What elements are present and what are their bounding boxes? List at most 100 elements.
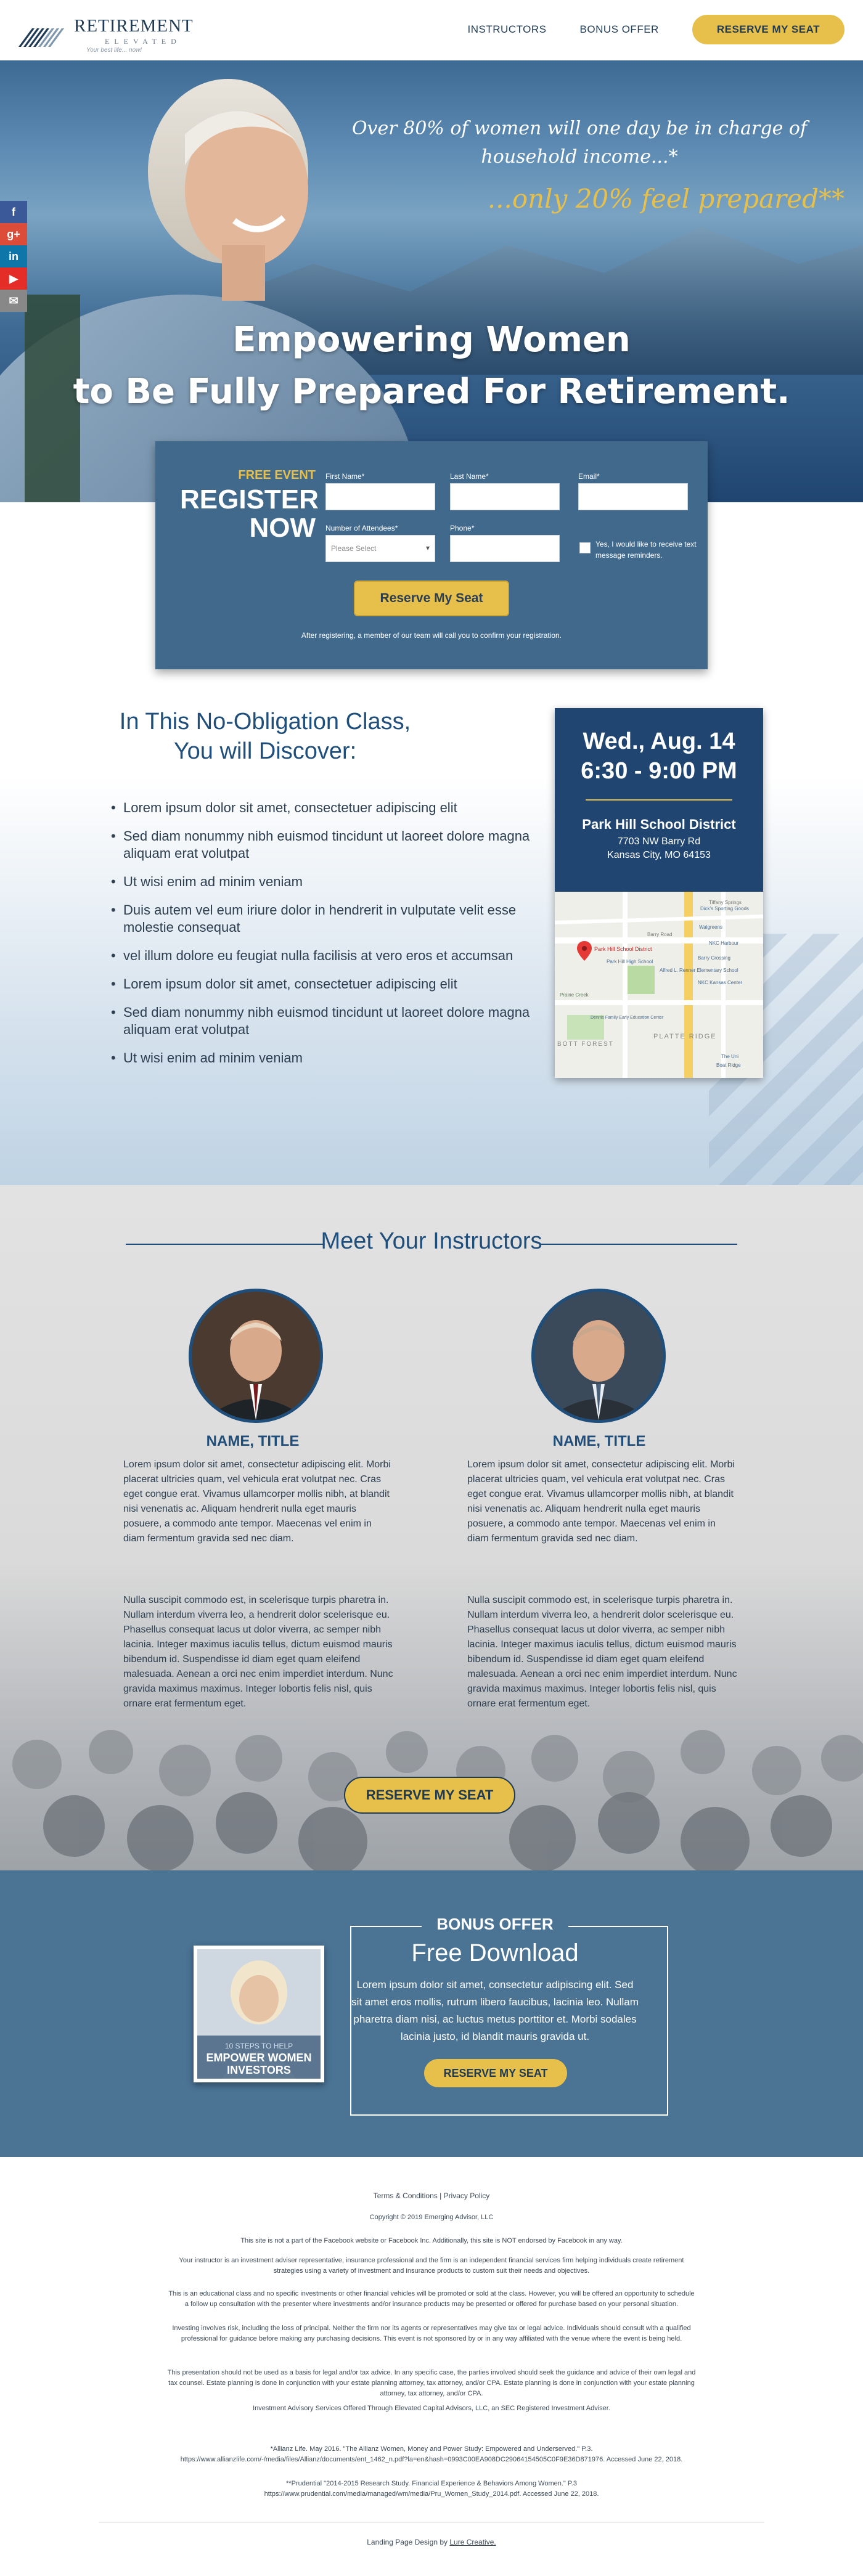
event-venue: Park Hill School District	[582, 817, 736, 832]
list-item: Lorem ipsum dolor sit amet, consectetuer…	[111, 799, 530, 817]
design-credit-link[interactable]: Lure Creative.	[449, 2538, 496, 2546]
facebook-icon[interactable]: f	[0, 201, 27, 223]
event-address-line1: 7703 NW Barry Rd	[617, 836, 701, 847]
design-credit-prefix: Landing Page Design by	[367, 2538, 450, 2546]
ebook-title: EMPOWER WOMEN INVESTORS	[206, 2052, 312, 2076]
discover-heading-line2: You will Discover:	[173, 738, 357, 764]
map-label: Park Hill High School	[607, 959, 653, 964]
bonus-offer-section: BONUS OFFER Free Download Lorem ipsum do…	[0, 1870, 863, 2157]
map-label: Boat Ridge	[716, 1062, 741, 1068]
instructor-bio: Lorem ipsum dolor sit amet, consectetur …	[467, 1459, 735, 1544]
disclaimer-advisory: Investment Advisory Services Offered Thr…	[253, 2405, 610, 2412]
google-plus-icon[interactable]: g+	[0, 223, 27, 245]
map-graphic: Park Hill School District Park Hill High…	[555, 892, 763, 1078]
social-share-bar: f g+ in ▶ ✉	[0, 201, 27, 312]
map-label: Dick's Sporting Goods	[700, 906, 749, 911]
instructor-bio: Nulla suscipit commodo est, in scelerisq…	[123, 1595, 393, 1709]
instructor-photo	[534, 1292, 663, 1420]
bonus-description: Lorem ipsum dolor sit amet, consectetur …	[351, 1979, 639, 2042]
register-now-heading: REGISTER NOW	[180, 484, 319, 543]
disclaimer-facebook: This site is not a part of the Facebook …	[240, 2237, 623, 2244]
header-reserve-seat-button[interactable]: RESERVE MY SEAT	[692, 15, 845, 44]
list-item: Duis autem vel eum iriure dolor in hendr…	[111, 902, 530, 936]
map-label: Dennis Family Early Education Center	[591, 1016, 664, 1020]
avatar	[189, 1289, 323, 1423]
free-event-label: FREE EVENT	[238, 468, 316, 482]
email-input[interactable]	[578, 483, 688, 510]
map-label: Prairie Creek	[560, 992, 589, 998]
event-map[interactable]: Park Hill School District Park Hill High…	[555, 892, 763, 1078]
registration-form: FREE EVENT REGISTER NOW First Name* Last…	[155, 441, 708, 669]
first-name-input[interactable]	[325, 483, 435, 510]
hero-headline-line1: Empowering Women	[232, 320, 631, 360]
event-details-card: Wed., Aug. 14 6:30 - 9:00 PM Park Hill S…	[555, 708, 763, 1078]
email-icon[interactable]: ✉	[0, 290, 27, 312]
hero-headline: Empowering Women to Be Fully Prepared Fo…	[62, 314, 801, 418]
last-name-input[interactable]	[450, 483, 560, 510]
instructors-reserve-seat-button[interactable]: RESERVE MY SEAT	[344, 1777, 515, 1814]
instructor-photo	[192, 1292, 320, 1420]
attendees-select-value: Please Select	[331, 544, 377, 553]
footer-links[interactable]: Terms & Conditions | Privacy Policy	[154, 2191, 709, 2200]
hero-prepared-quote: ...only 20% feel prepared**	[487, 184, 845, 214]
nav-instructors-link[interactable]: INSTRUCTORS	[468, 23, 547, 36]
logo-tagline: Your best life... now!	[86, 47, 142, 54]
map-label: NKC Harbour	[709, 940, 738, 946]
event-address-line2: Kansas City, MO 64153	[607, 850, 711, 860]
map-label: Park Hill School District	[594, 946, 652, 952]
reserve-seat-submit-button[interactable]: Reserve My Seat	[354, 581, 509, 616]
discover-heading-line1: In This No-Obligation Class,	[119, 709, 411, 735]
divider	[540, 1244, 737, 1245]
hero-banner: Over 80% of women will one day be in cha…	[0, 60, 863, 502]
disclaimer-risk: Investing involves risk, including the l…	[172, 2325, 691, 2342]
instructors-section: Meet Your Instructors NAME, TITLE Lorem …	[0, 1185, 863, 1870]
first-name-label: First Name*	[325, 472, 365, 481]
bonus-reserve-seat-button[interactable]: RESERVE MY SEAT	[424, 2059, 567, 2087]
list-item: Sed diam nonummy nibh euismod tincidunt …	[111, 1004, 530, 1038]
map-label: Barry Road	[647, 932, 672, 937]
now-word: NOW	[249, 513, 316, 543]
logo-stripes-icon	[18, 28, 64, 47]
event-datetime: Wed., Aug. 14 6:30 - 9:00 PM	[555, 727, 763, 786]
site-header: RETIREMENT ELEVATED Your best life... no…	[0, 0, 863, 60]
list-item: vel illum dolore eu feugiat nulla facili…	[111, 947, 530, 964]
avatar	[531, 1289, 666, 1423]
map-label: BOTT FOREST	[557, 1041, 614, 1048]
map-label: NKC Kansas Center	[698, 980, 742, 985]
last-name-label: Last Name*	[450, 472, 489, 481]
register-word: REGISTER	[180, 484, 319, 515]
logo-subtitle: ELEVATED	[105, 37, 181, 46]
instructor-bio: Nulla suscipit commodo est, in scelerisq…	[467, 1595, 737, 1709]
linkedin-icon[interactable]: in	[0, 245, 27, 267]
list-item: Ut wisi enim ad minim veniam	[111, 1050, 530, 1067]
bonus-title: Free Download	[411, 1939, 579, 1967]
map-label: Tiffany Springs	[709, 900, 742, 905]
chevron-down-icon: ▾	[425, 544, 430, 552]
email-label: Email*	[578, 472, 600, 481]
instructor-bio: Lorem ipsum dolor sit amet, consectetur …	[123, 1459, 391, 1544]
sms-reminder-checkbox[interactable]	[579, 542, 591, 553]
disclaimer-adviser: Your instructor is an investment adviser…	[179, 2257, 684, 2275]
event-date: Wed., Aug. 14	[583, 728, 735, 754]
phone-input[interactable]	[450, 535, 560, 562]
hero-headline-line2: to Be Fully Prepared For Retirement.	[73, 372, 790, 412]
bonus-offer-label: BONUS OFFER	[436, 1915, 554, 1933]
logo[interactable]: RETIREMENT ELEVATED Your best life... no…	[18, 14, 197, 54]
ebook-cover[interactable]: 10 STEPS TO HELP EMPOWER WOMEN INVESTORS	[194, 1946, 324, 2082]
youtube-icon[interactable]: ▶	[0, 267, 27, 290]
event-address: 7703 NW Barry Rd Kansas City, MO 64153	[555, 835, 763, 862]
nav-bonus-offer-link[interactable]: BONUS OFFER	[580, 23, 659, 36]
hero-statistic-quote: Over 80% of women will one day be in cha…	[351, 118, 808, 168]
attendees-select[interactable]: Please Select ▾	[325, 535, 435, 562]
list-item: Ut wisi enim ad minim veniam	[111, 873, 530, 891]
discover-heading: In This No-Obligation Class, You will Di…	[92, 707, 438, 766]
list-item: Sed diam nonummy nibh euismod tincidunt …	[111, 828, 530, 862]
form-note: After registering, a member of our team …	[301, 631, 562, 640]
disclaimer-legal: This presentation should not be used as …	[167, 2369, 696, 2397]
instructor-name: NAME, TITLE	[206, 1433, 300, 1449]
phone-label: Phone*	[450, 524, 475, 532]
citation-allianz: *Allianz Life. May 2016. "The Allianz Wo…	[180, 2445, 683, 2463]
attendees-label: Number of Attendees*	[325, 524, 398, 532]
map-label: The Uni	[721, 1054, 738, 1059]
design-credit: Landing Page Design by Lure Creative.	[154, 2538, 709, 2546]
